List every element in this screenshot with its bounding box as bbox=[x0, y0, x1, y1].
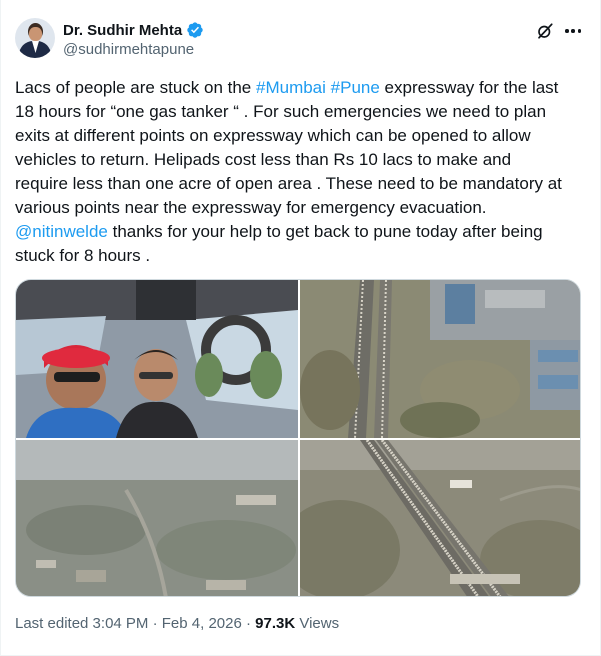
tweet-text-segment: require less than one acre of open area … bbox=[15, 174, 562, 193]
tweet-text-segment: expressway for the last bbox=[379, 78, 559, 97]
author-display-name[interactable]: Dr. Sudhir Mehta bbox=[63, 22, 182, 39]
hashtag-link[interactable]: #Pune bbox=[331, 78, 380, 97]
tweet-text-line: stuck for 8 hours . bbox=[15, 244, 590, 268]
media-image-aerial-expressway-jam-toll[interactable] bbox=[300, 440, 580, 596]
media-image-aerial-town-haze[interactable] bbox=[16, 440, 298, 596]
tweet-text-segment: Lacs of people are stuck on the bbox=[15, 78, 256, 97]
mention-link[interactable]: @nitinwelde bbox=[15, 222, 108, 241]
tweet-text-line: require less than one acre of open area … bbox=[15, 172, 590, 196]
views-count: 97.3K bbox=[255, 615, 296, 632]
tweet-meta: Last edited 3:04 PM · Feb 4, 2026 · 97.3… bbox=[15, 615, 339, 632]
author-name-row[interactable]: Dr. Sudhir Mehta bbox=[63, 20, 204, 40]
tweet-text-segment: vehicles to return. Helipads cost less t… bbox=[15, 150, 512, 169]
tweet-text-segment: 18 hours for “one gas tanker “ . For suc… bbox=[15, 102, 547, 121]
tweet-text-segment: thanks for your help to get back to pune… bbox=[107, 222, 543, 241]
tweet-text-line: exits at different points on expressway … bbox=[15, 124, 590, 148]
tweet-text-line: Lacs of people are stuck on the #Mumbai … bbox=[15, 76, 590, 100]
media-image-aerial-expressway-traffic-industrial[interactable] bbox=[300, 280, 580, 438]
media-image-helicopter-cockpit-selfie[interactable] bbox=[16, 280, 298, 438]
tweet-text-segment: stuck for 8 hours . bbox=[15, 246, 151, 265]
views-label: Views bbox=[295, 615, 340, 632]
verified-badge-icon bbox=[187, 22, 203, 38]
tweet-text-line: various points near the expressway for e… bbox=[15, 196, 590, 220]
tweet-text-segment: exits at different points on expressway … bbox=[15, 126, 531, 145]
tweet-card: Dr. Sudhir Mehta @sudhirmehtapune Lacs o… bbox=[0, 0, 601, 656]
media-grid bbox=[15, 279, 581, 597]
hashtag-link[interactable]: #Mumbai bbox=[256, 78, 326, 97]
grok-icon[interactable] bbox=[536, 22, 554, 40]
avatar[interactable] bbox=[15, 18, 55, 58]
author-handle[interactable]: @sudhirmehtapune bbox=[63, 41, 194, 58]
tweet-text-line: @nitinwelde thanks for your help to get … bbox=[15, 220, 590, 244]
tweet-text-line: 18 hours for “one gas tanker “ . For suc… bbox=[15, 100, 590, 124]
edited-timestamp[interactable]: Last edited 3:04 PM · Feb 4, 2026 · bbox=[15, 615, 255, 632]
tweet-text-segment: various points near the expressway for e… bbox=[15, 198, 487, 217]
more-options-icon[interactable] bbox=[563, 22, 583, 40]
tweet-text: Lacs of people are stuck on the #Mumbai … bbox=[15, 76, 590, 268]
tweet-text-line: vehicles to return. Helipads cost less t… bbox=[15, 148, 590, 172]
